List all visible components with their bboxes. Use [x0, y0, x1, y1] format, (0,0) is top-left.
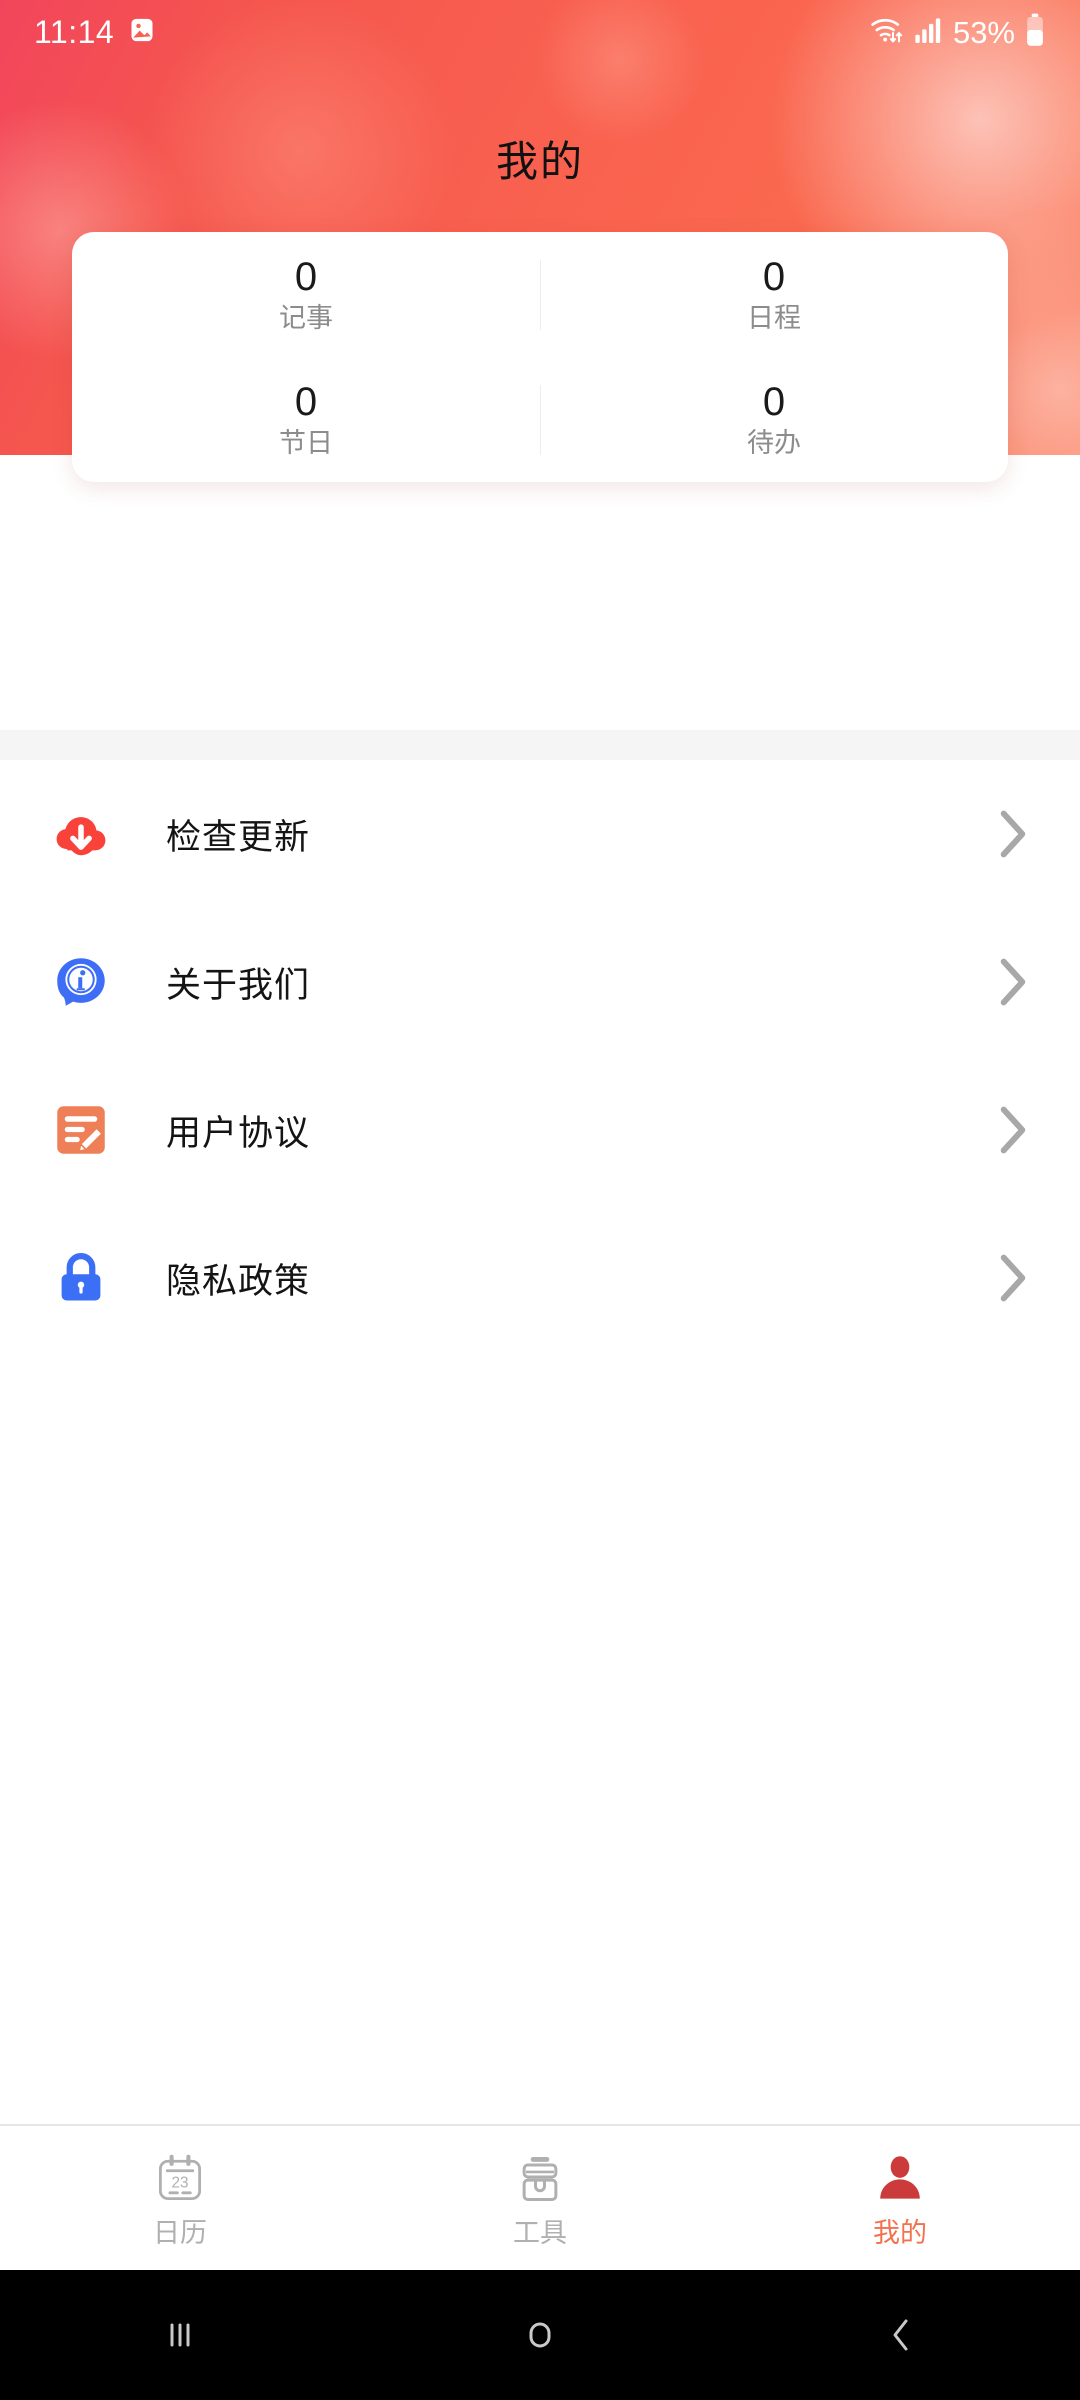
tab-tools[interactable]: 工具: [360, 2126, 720, 2270]
status-bar-right: 53%: [869, 13, 1046, 52]
menu-item-label: 隐私政策: [166, 1261, 311, 1301]
bottom-tab-bar: 23 日历 工具 我的: [0, 2124, 1080, 2270]
stat-notes[interactable]: 0 记事: [72, 232, 540, 357]
tab-mine[interactable]: 我的: [720, 2126, 1080, 2270]
status-bar-left: 11:14: [34, 16, 156, 49]
stat-notes-value: 0: [294, 255, 318, 299]
tab-calendar[interactable]: 23 日历: [0, 2126, 360, 2270]
person-icon: [872, 2150, 928, 2208]
chevron-right-icon: [998, 808, 1028, 860]
cloud-download-icon: [48, 801, 114, 867]
settings-menu-list: 检查更新 关于我们 用户协议 隐私政策: [0, 760, 1080, 1352]
menu-item-about-us[interactable]: 关于我们: [0, 908, 1080, 1056]
wifi-icon: [869, 14, 905, 51]
stat-schedule-value: 0: [762, 255, 786, 299]
stat-schedule-label: 日程: [747, 303, 801, 333]
lock-icon: [48, 1245, 114, 1311]
menu-item-label: 检查更新: [166, 817, 311, 857]
image-icon: [128, 16, 156, 49]
chevron-right-icon: [998, 956, 1028, 1008]
stats-divider-vertical-2: [540, 384, 541, 455]
stat-todo-label: 待办: [747, 428, 801, 458]
calendar-icon: 23: [152, 2150, 208, 2208]
tab-tools-label: 工具: [513, 2217, 567, 2248]
menu-item-label: 用户协议: [166, 1113, 311, 1153]
stat-notes-label: 记事: [279, 303, 333, 333]
home-icon[interactable]: [450, 2270, 630, 2400]
stat-todo[interactable]: 0 待办: [540, 357, 1008, 482]
stat-schedule[interactable]: 0 日程: [540, 232, 1008, 357]
page-title: 我的: [495, 138, 584, 185]
tab-mine-label: 我的: [873, 2217, 927, 2248]
android-navigation-bar: [0, 2270, 1080, 2400]
stats-row-2: 0 节日 0 待办: [72, 357, 1008, 482]
stat-todo-value: 0: [762, 380, 786, 424]
cellular-signal-icon: [914, 15, 944, 50]
recents-icon[interactable]: [90, 2270, 270, 2400]
section-separator: [0, 730, 1080, 760]
info-bubble-icon: [48, 949, 114, 1015]
stat-holiday[interactable]: 0 节日: [72, 357, 540, 482]
battery-percent-label: 53%: [952, 14, 1015, 50]
back-icon[interactable]: [810, 2270, 990, 2400]
chevron-right-icon: [998, 1104, 1028, 1156]
menu-item-check-update[interactable]: 检查更新: [0, 760, 1080, 908]
stat-holiday-value: 0: [294, 380, 318, 424]
document-edit-icon: [48, 1097, 114, 1163]
status-bar: 11:14 53%: [0, 0, 1080, 64]
tab-calendar-label: 日历: [153, 2217, 207, 2248]
toolbox-icon: [512, 2150, 568, 2208]
app-screen: 11:14 53% 我的 0 记事 0 日程 0 节日 0 待办 检查更新 关于…: [0, 0, 1080, 2400]
menu-item-privacy-policy[interactable]: 隐私政策: [0, 1204, 1080, 1352]
stat-holiday-label: 节日: [279, 428, 333, 458]
stats-divider-vertical-1: [540, 259, 541, 330]
status-bar-clock: 11:14: [34, 14, 115, 50]
chevron-right-icon: [998, 1252, 1028, 1304]
stats-row-1: 0 记事 0 日程: [72, 232, 1008, 357]
stats-card: 0 记事 0 日程 0 节日 0 待办: [72, 232, 1008, 482]
menu-item-label: 关于我们: [166, 965, 311, 1005]
battery-icon: [1024, 13, 1046, 52]
svg-text:23: 23: [171, 2174, 188, 2191]
menu-item-user-agreement[interactable]: 用户协议: [0, 1056, 1080, 1204]
